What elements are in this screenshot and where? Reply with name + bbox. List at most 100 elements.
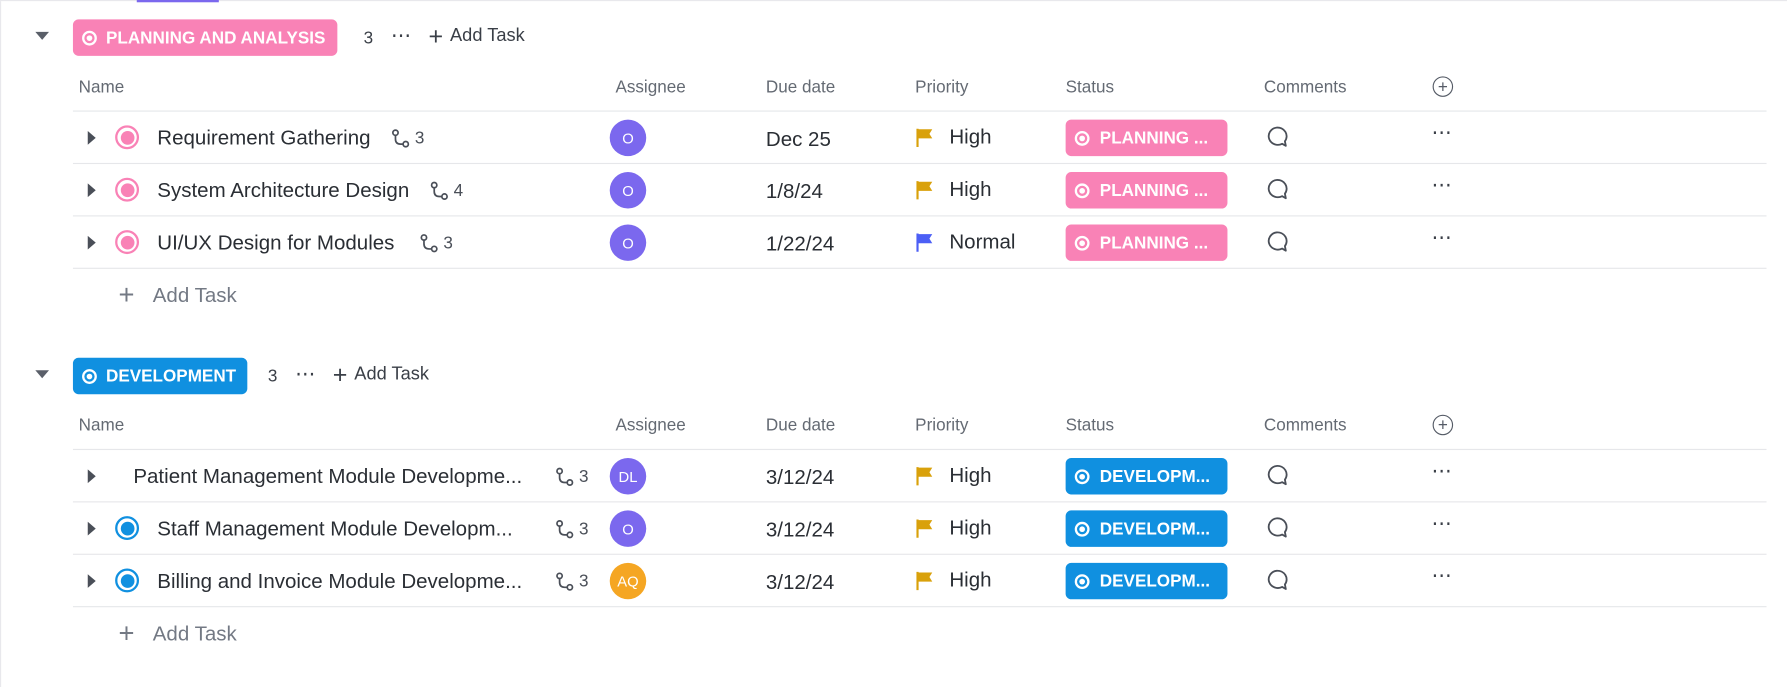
comment-bubble-icon[interactable] [1265,230,1288,253]
table-row[interactable]: Staff Management Module Developm... 3 O … [0,502,1787,554]
more-dots-icon[interactable]: ⋯ [1431,121,1453,145]
subtask-count[interactable]: 3 [555,520,588,539]
subtask-count-value: 3 [578,467,589,487]
column-header-due-date[interactable]: Due date [766,416,835,435]
due-date[interactable]: 3/12/24 [766,571,834,595]
priority[interactable]: High [916,516,992,540]
caret-right-icon[interactable] [87,131,96,145]
subtask-count[interactable]: 3 [555,572,588,591]
task-name[interactable]: Staff Management Module Developm... [157,517,512,541]
group-add-task-button[interactable]: + Add Task [429,23,525,48]
subtask-count[interactable]: 3 [391,129,424,148]
status-badge[interactable]: PLANNING ... [1065,224,1228,261]
priority-label: High [949,516,992,539]
caret-right-icon[interactable] [87,469,96,484]
group-status-pill[interactable]: PLANNING AND ANALYSIS [72,19,337,56]
column-header-comments[interactable]: Comments [1264,416,1347,435]
more-dots-icon[interactable]: ⋯ [1431,512,1453,536]
subtask-count[interactable]: 3 [555,467,588,486]
comment-bubble-icon[interactable] [1265,178,1288,201]
column-header-assignee[interactable]: Assignee [615,416,685,435]
column-header-comments[interactable]: Comments [1264,77,1347,96]
priority[interactable]: Normal [916,230,1015,254]
more-dots-icon[interactable]: ⋯ [1431,459,1453,483]
status-badge[interactable]: DEVELOPM... [1065,562,1228,600]
plus-circle-icon[interactable]: + [1432,76,1454,97]
column-header-name[interactable]: Name [79,77,125,96]
add-task-label: Add Task [152,622,237,645]
column-header-assignee[interactable]: Assignee [615,77,685,96]
priority[interactable]: High [916,178,992,202]
avatar[interactable]: O [609,224,647,261]
task-name[interactable]: UI/UX Design for Modules [157,231,394,255]
divider [72,606,1767,608]
status-ring-icon [82,368,97,384]
status-badge[interactable]: DEVELOPM... [1065,510,1228,547]
task-name[interactable]: System Architecture Design [157,179,409,203]
table-row[interactable]: System Architecture Design 4 O 1/8/24 Hi… [0,164,1787,216]
priority[interactable]: High [916,569,992,593]
group-add-task-button[interactable]: + Add Task [332,360,429,389]
table-row[interactable]: UI/UX Design for Modules 3 O 1/22/24 Nor… [0,216,1787,268]
status-circle-icon[interactable] [115,568,140,593]
priority-label: Normal [949,230,1016,253]
due-date[interactable]: 3/12/24 [766,466,834,490]
avatar[interactable]: O [609,510,647,547]
add-task-row-button[interactable]: + Add Task [119,281,237,308]
comment-bubble-icon[interactable] [1265,516,1288,539]
more-dots-icon[interactable]: ⋯ [1431,173,1453,197]
comment-bubble-icon[interactable] [1265,125,1288,148]
column-header-priority[interactable]: Priority [915,416,968,435]
status-ring-icon [1074,573,1090,589]
comment-bubble-icon[interactable] [1265,569,1288,592]
caret-right-icon[interactable] [87,235,96,250]
column-header-status[interactable]: Status [1066,77,1114,96]
task-name[interactable]: Patient Management Module Developme... [133,465,522,489]
plus-icon: + [332,360,348,389]
status-circle-icon[interactable] [115,177,140,202]
caret-right-icon[interactable] [87,521,96,536]
column-header-due-date[interactable]: Due date [766,77,835,96]
table-row[interactable]: Billing and Invoice Module Developme... … [0,555,1787,607]
caret-down-icon[interactable] [35,370,50,379]
avatar[interactable]: O [609,119,647,157]
caret-down-icon[interactable] [35,31,50,40]
status-badge[interactable]: PLANNING ... [1065,172,1228,209]
due-date[interactable]: 1/22/24 [766,232,834,256]
status-ring-icon [82,30,97,46]
priority[interactable]: High [916,464,992,488]
add-task-row-button[interactable]: + Add Task [119,620,237,647]
column-header-name[interactable]: Name [79,416,125,435]
more-dots-icon[interactable]: ⋯ [1431,564,1453,588]
status-label: PLANNING ... [1099,232,1209,253]
task-name[interactable]: Billing and Invoice Module Developme... [157,570,522,594]
caret-right-icon[interactable] [87,183,96,198]
caret-right-icon[interactable] [87,574,96,588]
avatar[interactable]: DL [609,457,647,495]
more-dots-icon[interactable]: ⋯ [391,24,413,48]
due-date[interactable]: Dec 25 [766,128,831,152]
status-badge[interactable]: PLANNING ... [1065,119,1228,157]
due-date[interactable]: 1/8/24 [766,180,823,204]
table-row[interactable]: Patient Management Module Developme... 3… [0,450,1787,502]
column-header-status[interactable]: Status [1066,416,1114,435]
column-header-priority[interactable]: Priority [915,77,968,96]
avatar[interactable]: AQ [609,562,647,600]
task-name[interactable]: Requirement Gathering [157,126,370,150]
subtask-count[interactable]: 4 [430,181,463,201]
status-circle-icon[interactable] [115,516,140,541]
more-dots-icon[interactable]: ⋯ [295,362,317,386]
status-ring-icon [1074,468,1090,484]
subtask-count[interactable]: 3 [419,234,453,253]
avatar[interactable]: O [609,172,647,209]
comment-bubble-icon[interactable] [1265,464,1288,487]
priority[interactable]: High [916,125,992,149]
status-circle-icon[interactable] [115,125,140,150]
group-status-pill[interactable]: DEVELOPMENT [72,357,248,395]
plus-circle-icon[interactable]: + [1432,414,1454,436]
more-dots-icon[interactable]: ⋯ [1431,226,1453,250]
due-date[interactable]: 3/12/24 [766,518,834,542]
status-circle-icon[interactable] [115,230,140,255]
status-badge[interactable]: DEVELOPM... [1065,457,1228,495]
table-row[interactable]: Requirement Gathering 3 O Dec 25 High PL… [0,112,1787,164]
